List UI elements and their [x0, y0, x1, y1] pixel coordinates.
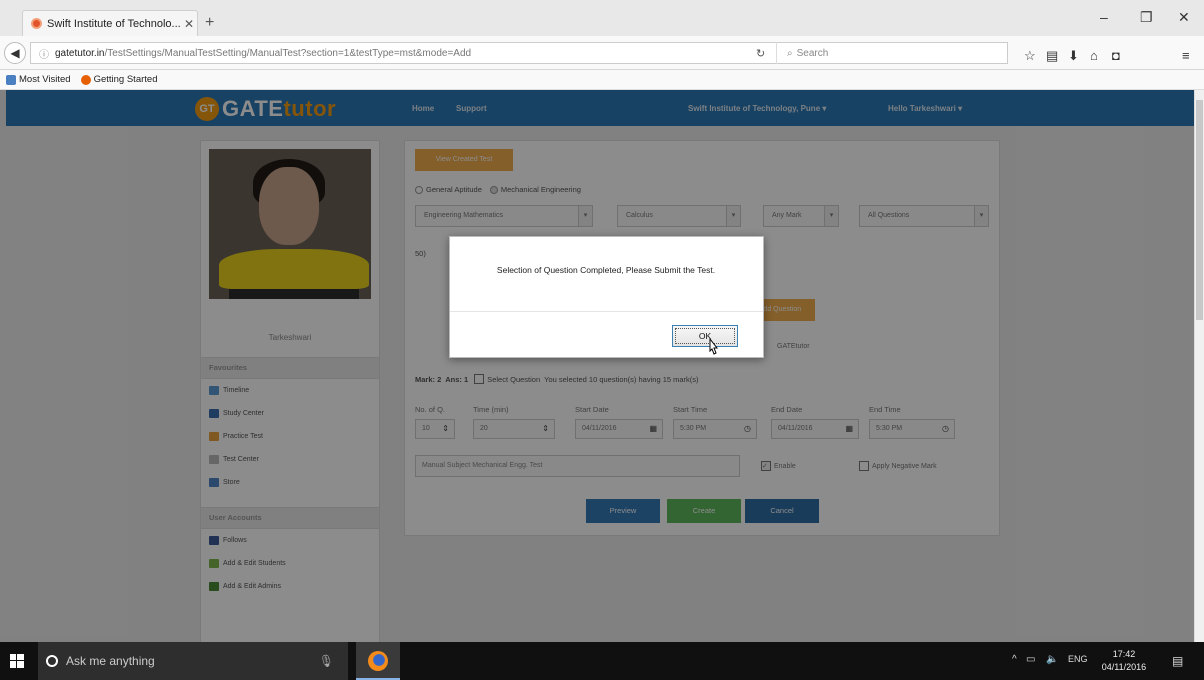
new-tab-button[interactable]: + — [205, 14, 214, 32]
volume-icon[interactable]: 🔈 — [1046, 654, 1058, 665]
bookmark-star-icon[interactable]: ☆ — [1024, 48, 1036, 64]
tab-close-icon[interactable]: ✕ — [181, 17, 197, 31]
ok-button[interactable]: OK — [672, 325, 738, 347]
browser-nav-bar: ◀ ⓘ gatetutor.in /TestSettings/ManualTes… — [0, 36, 1204, 70]
search-placeholder: Search — [796, 47, 829, 59]
tab-title: Swift Institute of Technolo... — [47, 17, 181, 30]
url-host: gatetutor.in — [55, 47, 105, 59]
cortana-search-box[interactable]: Ask me anything 🎙 — [38, 642, 348, 680]
maximize-button[interactable]: ❐ — [1140, 9, 1153, 26]
browser-search-input[interactable]: ⌕ Search — [776, 42, 1008, 64]
page-content: GT GATEtutor Home Support Swift Institut… — [0, 90, 1194, 642]
site-favicon-icon — [31, 18, 42, 29]
mouse-cursor-icon — [709, 338, 719, 355]
windows-start-icon[interactable] — [10, 654, 24, 668]
bookmark-label: Getting Started — [93, 74, 158, 85]
bookmark-getting-started[interactable]: Getting Started — [80, 74, 158, 85]
modal-backdrop — [0, 90, 1194, 642]
clock-time: 17:42 — [1112, 649, 1136, 659]
cortana-placeholder: Ask me anything — [66, 654, 155, 668]
taskbar-firefox[interactable] — [356, 642, 400, 680]
url-path: /TestSettings/ManualTestSetting/ManualTe… — [104, 47, 472, 59]
reload-icon[interactable]: ↻ — [756, 47, 765, 60]
windows-taskbar: Ask me anything 🎙 ^ ▭ 🔈 ENG 17:42 04/11/… — [0, 642, 1204, 680]
menu-icon[interactable]: ≡ — [1182, 48, 1190, 63]
search-icon: ⌕ — [787, 47, 793, 59]
bookmark-label: Most Visited — [19, 74, 71, 85]
browser-tab-bar: Swift Institute of Technolo... ✕ + ‒ ❐ ✕ — [0, 0, 1204, 36]
firefox-icon — [368, 651, 388, 671]
cortana-icon — [46, 655, 58, 667]
bookmark-most-visited[interactable]: Most Visited — [6, 74, 71, 85]
close-window-button[interactable]: ✕ — [1178, 9, 1190, 26]
alert-message: Selection of Question Completed, Please … — [496, 265, 716, 275]
page-scrollbar[interactable] — [1194, 90, 1204, 642]
folder-icon — [6, 74, 16, 85]
clock-date: 04/11/2016 — [1101, 662, 1147, 672]
network-icon[interactable]: ▭ — [1026, 654, 1035, 665]
info-icon[interactable]: ⓘ — [39, 46, 49, 61]
reading-list-icon[interactable]: ▤ — [1046, 48, 1058, 64]
microphone-icon[interactable]: 🎙 — [319, 654, 334, 668]
back-arrow-icon[interactable]: ◀ — [4, 42, 26, 64]
language-indicator[interactable]: ENG — [1068, 654, 1088, 664]
tray-chevron-icon[interactable]: ^ — [1012, 654, 1017, 665]
home-icon[interactable]: ⌂ — [1090, 48, 1098, 63]
firefox-icon — [80, 74, 91, 85]
taskbar-clock[interactable]: 17:42 04/11/2016 — [1100, 648, 1148, 674]
scrollbar-thumb[interactable] — [1196, 100, 1203, 320]
pocket-icon[interactable]: ◘ — [1112, 48, 1120, 63]
notifications-icon[interactable]: ▤ — [1172, 654, 1183, 668]
browser-tab[interactable]: Swift Institute of Technolo... ✕ — [22, 10, 198, 36]
minimize-button[interactable]: ‒ — [1100, 9, 1108, 25]
bookmarks-bar: Most Visited Getting Started — [0, 70, 1204, 90]
downloads-icon[interactable]: ⬇ — [1068, 48, 1079, 64]
